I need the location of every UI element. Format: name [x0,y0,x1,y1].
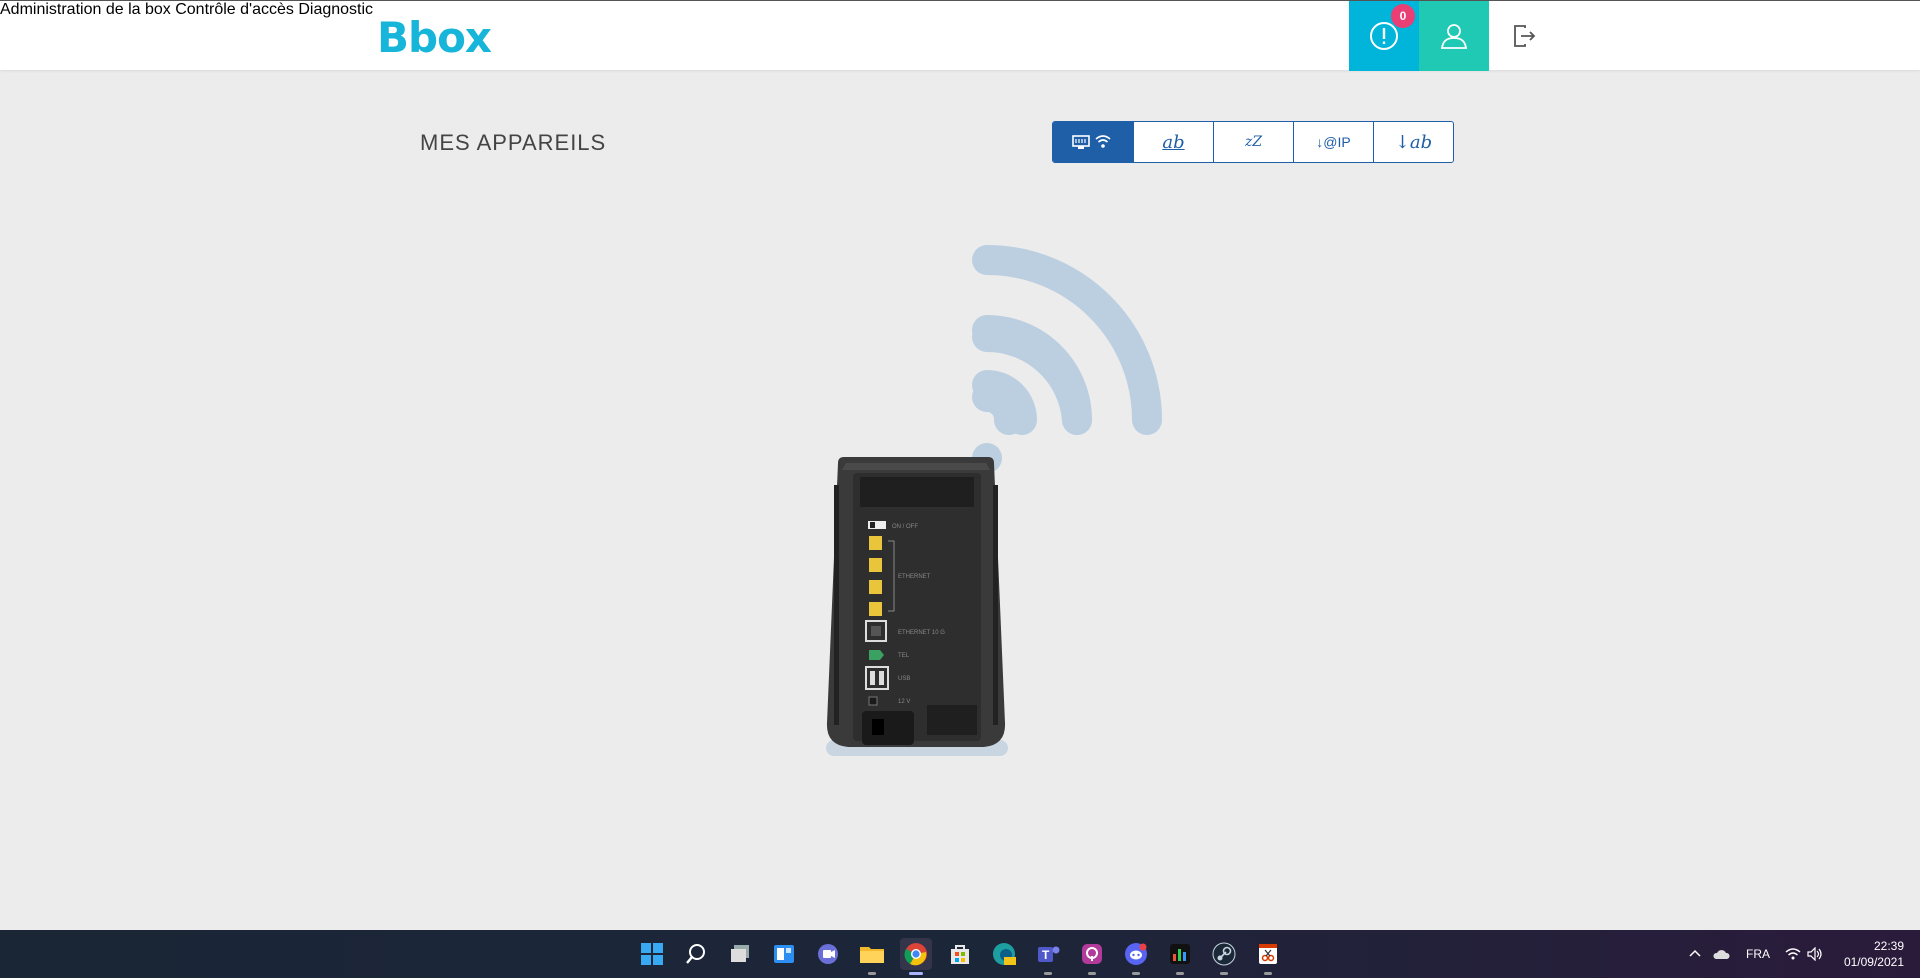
view-sort-toolbar: ab zZ ↓@IP ↓ab [1052,121,1454,163]
nav-access-control[interactable]: Contrôle d'accès [175,1,294,18]
scissors-icon [1259,944,1277,964]
volume-tray-button[interactable] [1807,930,1823,978]
wifi-icon [1785,948,1801,960]
svg-text:T: T [1042,948,1050,962]
file-explorer-button[interactable] [856,938,888,975]
nav-administration[interactable]: Administration de la box [0,1,171,18]
widgets-button[interactable] [768,938,800,970]
sort-alpha-label: ↓ab [1394,131,1433,153]
teams-icon: T [1038,946,1060,962]
search-icon [686,944,705,964]
windows-taskbar: T FRA 22:39 01/09/2021 [0,930,1920,978]
sleep-icon: zZ [1244,134,1263,150]
sort-sleep-button[interactable]: zZ [1213,122,1293,162]
cloud-icon [1713,950,1730,959]
store-icon [951,945,969,964]
nav-diagnostic[interactable]: Diagnostic [298,1,373,18]
equalizer-app-button[interactable] [1164,938,1196,975]
snipping-tool-button[interactable] [1252,938,1284,975]
account-button[interactable] [1419,1,1489,71]
search-button[interactable] [680,938,712,970]
label-ethernet: ETHERNET [898,574,931,580]
edge-icon [993,943,1016,965]
tray-overflow-button[interactable] [1688,930,1702,978]
top-header: Bbox Administration de la box Contrôle d… [0,0,1920,71]
sort-name-button[interactable]: ab [1133,122,1213,162]
discord-icon [1125,943,1147,965]
teams-button[interactable]: T [1032,938,1064,975]
task-view-button[interactable] [724,938,756,970]
podcast-icon [1082,944,1102,964]
teams-chat-icon [818,944,838,964]
clock-date: 01/09/2021 [1843,955,1904,969]
onedrive-tray-button[interactable] [1712,930,1730,978]
label-ethernet10g: ETHERNET 10 G [898,630,945,636]
ethernet-wifi-icon [1072,135,1111,149]
view-connection-button[interactable] [1053,122,1133,162]
alert-count-badge: 0 [1391,4,1415,28]
store-button[interactable] [944,938,976,970]
logout-button[interactable] [1489,1,1559,71]
router-wifi-graphic: ON / OFF ETHERNET ETHERNET 10 G TEL USB … [826,245,1162,756]
steam-button[interactable] [1208,938,1240,975]
discord-button[interactable] [1120,938,1152,975]
language-indicator[interactable]: FRA [1746,930,1770,978]
chevron-up-icon [1689,949,1701,957]
task-view-icon [731,945,749,962]
chrome-icon [904,943,927,966]
label-onoff: ON / OFF [892,524,918,530]
clock[interactable]: 22:39 01/09/2021 [1838,938,1904,970]
sort-alpha-button[interactable]: ↓ab [1373,122,1453,162]
chat-button[interactable] [812,938,844,970]
logout-icon [1514,25,1536,47]
windows-icon [641,943,663,965]
label-usb: USB [898,676,910,682]
edge-canary-button[interactable] [988,938,1020,970]
chrome-button[interactable] [900,938,932,975]
speaker-icon [1807,947,1822,961]
wifi-tray-button[interactable] [1785,930,1801,978]
clock-time: 22:39 [1873,939,1904,953]
sort-ip-label: ↓@IP [1316,134,1351,150]
router-illustration: ON / OFF ETHERNET ETHERNET 10 G TEL USB … [820,245,1200,765]
folder-icon [860,947,884,963]
label-power: 12 V [898,699,910,705]
widgets-icon [774,945,794,963]
podcast-app-button[interactable] [1076,938,1108,975]
start-button[interactable] [636,938,668,970]
steam-icon [1212,942,1236,966]
page-title: MES APPAREILS [420,130,607,155]
sort-name-label: ab [1162,131,1185,153]
user-icon [1440,24,1468,49]
sort-ip-button[interactable]: ↓@IP [1293,122,1373,162]
bbox-logo[interactable]: Bbox [377,13,492,62]
equalizer-icon [1170,944,1190,964]
label-tel: TEL [898,653,910,659]
